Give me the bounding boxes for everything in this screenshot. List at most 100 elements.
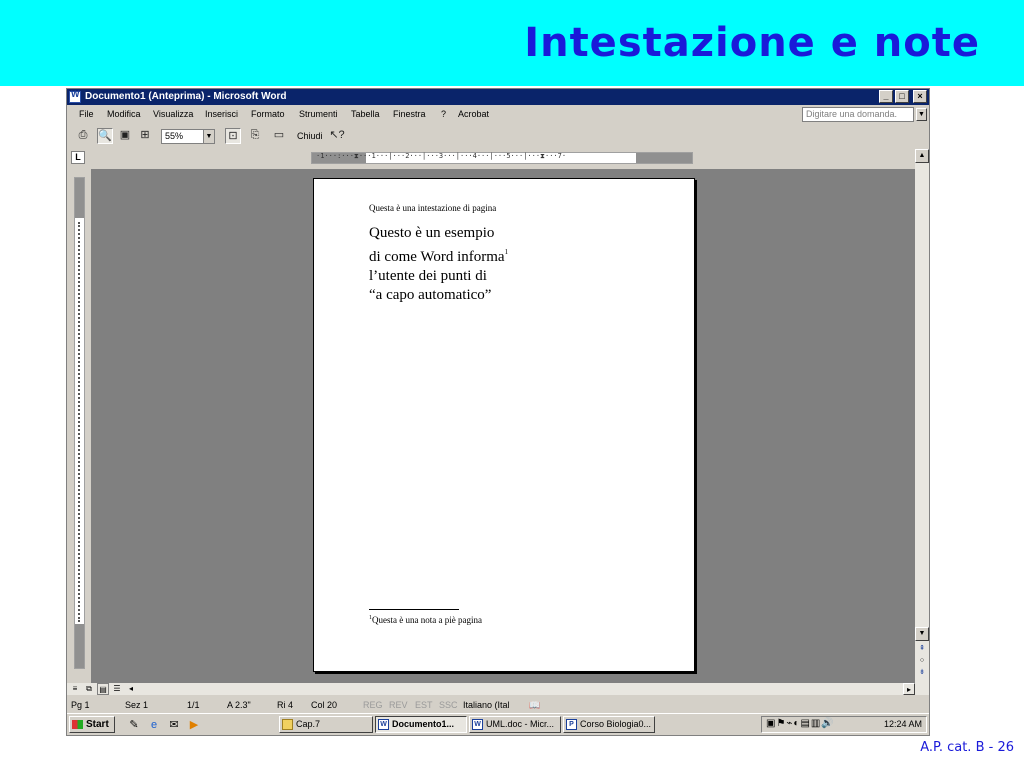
status-pages: 1/1 bbox=[187, 700, 200, 710]
start-button[interactable]: Start bbox=[69, 716, 115, 733]
task-cap7[interactable]: Cap.7 bbox=[279, 716, 373, 733]
scroll-right-icon[interactable]: ▸ bbox=[903, 683, 915, 695]
word-doc-icon: W bbox=[472, 719, 483, 730]
task-label: Corso Biologia0... bbox=[580, 719, 652, 729]
spelling-status-icon[interactable]: 📖 bbox=[529, 700, 540, 711]
status-ovr[interactable]: SSC bbox=[439, 700, 458, 710]
task-label: Documento1... bbox=[392, 719, 455, 729]
browser-quicklaunch-icon[interactable]: e bbox=[147, 718, 161, 732]
status-page: Pg 1 bbox=[71, 700, 90, 710]
task-uml-doc[interactable]: W UML.doc - Micr... bbox=[469, 716, 561, 733]
word-app-icon[interactable] bbox=[69, 89, 81, 103]
menu-strumenti[interactable]: Strumenti bbox=[299, 109, 338, 119]
close-preview-button[interactable]: Chiudi bbox=[297, 131, 323, 141]
menu-help[interactable]: ? bbox=[441, 109, 446, 119]
web-view-icon[interactable]: ⧉ bbox=[83, 683, 95, 695]
edit-quicklaunch-icon[interactable]: ✎ bbox=[127, 718, 141, 732]
windows-logo-icon bbox=[72, 720, 83, 729]
document-page[interactable]: Questa è una intestazione di pagina Ques… bbox=[313, 178, 695, 672]
body-line: di come Word informa bbox=[369, 249, 505, 265]
print-view-icon[interactable]: ▤ bbox=[97, 683, 109, 695]
vertical-ruler[interactable] bbox=[74, 177, 85, 669]
multiple-pages-icon[interactable]: ⊞ bbox=[137, 128, 153, 144]
scroll-down-icon[interactable]: ▼ bbox=[915, 627, 929, 641]
clock[interactable]: 12:24 AM bbox=[884, 719, 922, 729]
taskbar: Start ✎ e ✉ ▶ Cap.7 W Documento1... W UM… bbox=[67, 713, 929, 735]
menu-visualizza[interactable]: Visualizza bbox=[153, 109, 193, 119]
status-at: A 2.3" bbox=[227, 700, 251, 710]
one-page-icon[interactable]: ▣ bbox=[117, 128, 133, 144]
outlook-quicklaunch-icon[interactable]: ✉ bbox=[167, 718, 181, 732]
system-tray: ▣⚑⌁◐▤▥🔊 12:24 AM bbox=[761, 716, 927, 733]
menu-acrobat[interactable]: Acrobat bbox=[458, 109, 489, 119]
full-screen-icon[interactable]: ▭ bbox=[271, 128, 287, 144]
status-ext[interactable]: EST bbox=[415, 700, 433, 710]
context-help-icon[interactable]: ↖? bbox=[329, 128, 345, 144]
body-line-with-note: di come Word informa1 bbox=[369, 243, 508, 267]
page-header: Questa è una intestazione di pagina bbox=[369, 203, 497, 213]
footnote-separator bbox=[369, 609, 459, 610]
menu-inserisci[interactable]: Inserisci bbox=[205, 109, 238, 119]
ruler-ticks-vertical bbox=[78, 222, 81, 622]
task-corso-biologia[interactable]: P Corso Biologia0... bbox=[563, 716, 655, 733]
minimize-button[interactable]: _ bbox=[879, 90, 893, 103]
tab-selector-icon[interactable]: L bbox=[71, 151, 85, 164]
tray-icons[interactable]: ▣⚑⌁◐▤▥🔊 bbox=[766, 718, 835, 729]
ask-question-input[interactable]: Digitare una domanda. bbox=[802, 107, 914, 122]
menu-tabella[interactable]: Tabella bbox=[351, 109, 380, 119]
normal-view-icon[interactable]: ≡ bbox=[69, 683, 81, 695]
menu-file[interactable]: File bbox=[79, 109, 94, 119]
status-line: Ri 4 bbox=[277, 700, 294, 710]
zoom-value: 55% bbox=[165, 131, 184, 141]
body-line: l’utente dei punti di bbox=[369, 268, 487, 284]
slide-title: Intestazione e note bbox=[524, 20, 980, 66]
close-window-button[interactable]: × bbox=[913, 90, 927, 103]
preview-toolbar: ⎙ 🔍 ▣ ⊞ 55% ▼ ⊡ ⎘ ▭ Chiudi ↖? bbox=[67, 125, 929, 147]
preview-area[interactable]: Questa è una intestazione di pagina Ques… bbox=[91, 169, 915, 683]
ruler-bottom-margin bbox=[75, 624, 84, 668]
outline-view-icon[interactable]: ☰ bbox=[111, 683, 123, 695]
start-label: Start bbox=[86, 719, 109, 730]
status-column: Col 20 bbox=[311, 700, 338, 710]
powerpoint-doc-icon: P bbox=[566, 719, 577, 730]
body-line: Questo è un esempio bbox=[369, 225, 495, 241]
window-title: Documento1 (Anteprima) - Microsoft Word bbox=[85, 91, 287, 102]
menu-finestra[interactable]: Finestra bbox=[393, 109, 426, 119]
zoom-dropdown-icon[interactable]: ▼ bbox=[203, 130, 214, 143]
title-bar[interactable]: Documento1 (Anteprima) - Microsoft Word … bbox=[67, 89, 929, 105]
status-rec[interactable]: REG bbox=[363, 700, 383, 710]
body-line: “a capo automatico” bbox=[369, 287, 492, 303]
next-page-icon[interactable]: ⇟ bbox=[915, 667, 929, 681]
task-documento1[interactable]: W Documento1... bbox=[375, 716, 467, 733]
task-label: UML.doc - Micr... bbox=[486, 719, 555, 729]
status-language[interactable]: Italiano (Ital bbox=[463, 700, 510, 710]
restore-button[interactable]: □ bbox=[895, 90, 909, 103]
slide-footer: A.P. cat. B - 26 bbox=[920, 740, 1014, 755]
ruler-right-margin bbox=[636, 153, 692, 163]
magnifier-icon[interactable]: 🔍 bbox=[97, 128, 113, 144]
vertical-scrollbar[interactable]: ▲ ▼ ⇞ ○ ⇟ bbox=[915, 149, 929, 683]
zoom-select[interactable]: 55% ▼ bbox=[161, 129, 215, 144]
menu-modifica[interactable]: Modifica bbox=[107, 109, 141, 119]
menu-bar: File Modifica Visualizza Inserisci Forma… bbox=[67, 106, 929, 124]
ruler-top-margin bbox=[75, 178, 84, 218]
menu-formato[interactable]: Formato bbox=[251, 109, 285, 119]
folder-icon bbox=[282, 719, 293, 730]
scroll-up-icon[interactable]: ▲ bbox=[915, 149, 929, 163]
shrink-to-fit-icon[interactable]: ⎘ bbox=[247, 128, 263, 144]
task-label: Cap.7 bbox=[296, 719, 321, 729]
ask-dropdown-icon[interactable]: ▼ bbox=[916, 108, 927, 121]
word-window: Documento1 (Anteprima) - Microsoft Word … bbox=[66, 88, 930, 736]
horizontal-scrollbar[interactable]: ≡ ⧉ ▤ ☰ ◂ ▸ bbox=[67, 683, 929, 695]
view-ruler-icon[interactable]: ⊡ bbox=[225, 128, 241, 144]
scroll-left-icon[interactable]: ◂ bbox=[125, 683, 137, 695]
media-quicklaunch-icon[interactable]: ▶ bbox=[187, 718, 201, 732]
document-body: Questo è un esempio di come Word informa… bbox=[369, 224, 508, 305]
ruler-ticks: ·1···:···⧗···1···|···2···|···3···|···4··… bbox=[316, 152, 567, 160]
print-icon[interactable]: ⎙ bbox=[75, 128, 91, 144]
slide-header: Intestazione e note bbox=[0, 0, 1024, 86]
status-trk[interactable]: REV bbox=[389, 700, 408, 710]
status-bar: Pg 1 Sez 1 1/1 A 2.3" Ri 4 Col 20 REG RE… bbox=[67, 697, 929, 713]
footnote-reference: 1 bbox=[504, 248, 509, 256]
horizontal-ruler[interactable]: ·1···:···⧗···1···|···2···|···3···|···4··… bbox=[311, 152, 693, 164]
